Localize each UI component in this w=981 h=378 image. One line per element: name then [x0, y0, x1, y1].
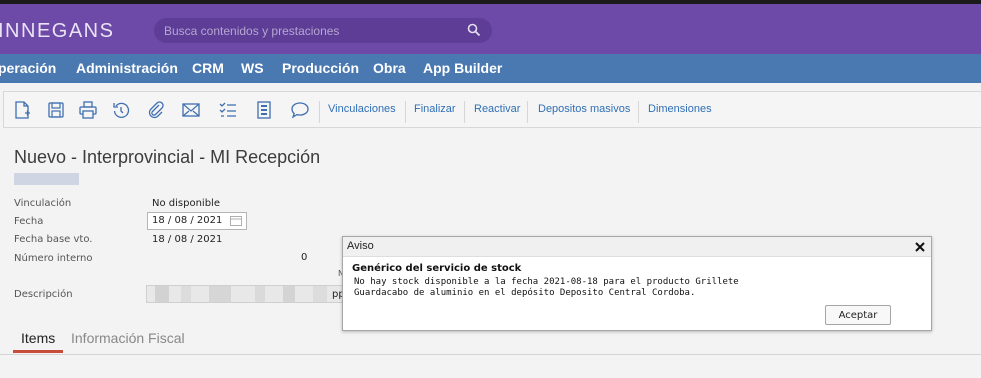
toolbar-separator: [464, 101, 465, 123]
finalizar-link[interactable]: Finalizar: [414, 103, 456, 115]
fecha-base-label: Fecha base vto.: [14, 234, 93, 245]
descripcion-label: Descripción: [14, 289, 73, 300]
numero-interno-value: 0: [301, 252, 308, 263]
vinculacion-label: Vinculación: [14, 198, 72, 209]
toolbar-separator: [638, 101, 639, 123]
menu-item-app-builder[interactable]: App Builder: [423, 60, 502, 76]
menu-item-ws[interactable]: WS: [241, 60, 264, 76]
report-icon[interactable]: [254, 100, 274, 120]
main-menu: peración Administración CRM WS Producció…: [0, 54, 981, 83]
toolbar-separator: [405, 101, 406, 123]
fecha-base-value: 18 / 08 / 2021: [152, 234, 223, 245]
redacted-block: [209, 286, 231, 302]
save-icon[interactable]: [46, 100, 66, 120]
redacted-subtitle: [14, 173, 79, 185]
app-header: INNEGANS: [0, 4, 981, 54]
redacted-block: [313, 286, 327, 302]
history-icon[interactable]: [111, 100, 131, 120]
checklist-icon[interactable]: [218, 100, 238, 120]
app-logo[interactable]: INNEGANS: [0, 20, 114, 43]
vinculacion-value: No disponible: [152, 198, 220, 209]
tab-informacion-fiscal[interactable]: Información Fiscal: [71, 330, 185, 346]
reactivar-link[interactable]: Reactivar: [474, 103, 520, 115]
depositos-masivos-link[interactable]: Depositos masivos: [538, 103, 630, 115]
vinculaciones-link[interactable]: Vinculaciones: [328, 103, 396, 115]
dialog-title: Aviso: [347, 240, 374, 252]
dialog-message: No hay stock disponible a la fecha 2021-…: [354, 277, 754, 299]
dialog-message-line: No hay stock disponible a la fecha 2021-…: [354, 277, 739, 287]
active-tab-indicator: [13, 350, 63, 353]
accept-button[interactable]: Aceptar: [825, 305, 891, 325]
menu-item-produccion[interactable]: Producción: [282, 60, 359, 76]
numero-interno-label: Número interno: [14, 253, 93, 264]
dialog-heading: Genérico del servicio de stock: [352, 263, 522, 274]
attach-icon[interactable]: [146, 100, 166, 120]
redacted-block: [283, 286, 295, 302]
dimensiones-link[interactable]: Dimensiones: [648, 103, 712, 115]
dialog-header: Aviso: [343, 237, 931, 257]
comment-icon[interactable]: [290, 100, 310, 120]
toolbar-separator: [527, 101, 528, 123]
toolbar: Vinculaciones Finalizar Reactivar Deposi…: [3, 91, 981, 128]
redacted-block: [181, 286, 191, 302]
redacted-block: [155, 286, 169, 302]
menu-item-obra[interactable]: Obra: [373, 60, 406, 76]
search-input[interactable]: [164, 22, 454, 39]
tab-items[interactable]: Items: [21, 330, 55, 346]
menu-item-crm[interactable]: CRM: [192, 60, 224, 76]
search-icon[interactable]: [467, 23, 481, 37]
new-document-icon[interactable]: [12, 100, 32, 120]
fecha-input[interactable]: 18 / 08 / 2021: [147, 212, 247, 230]
fecha-label: Fecha: [14, 216, 44, 227]
alert-dialog: Aviso Genérico del servicio de stock No …: [342, 236, 932, 331]
print-icon[interactable]: [78, 100, 98, 120]
fecha-value: 18 / 08 / 2021: [152, 215, 223, 226]
redacted-block: [255, 286, 265, 302]
page-title: Nuevo - Interprovincial - MI Recepción: [14, 147, 321, 167]
mail-icon[interactable]: [181, 100, 201, 120]
close-icon[interactable]: [914, 241, 926, 253]
descripcion-input[interactable]: [146, 285, 344, 303]
toolbar-separator: [319, 101, 320, 123]
menu-item-administracion[interactable]: Administración: [76, 60, 178, 76]
search-box[interactable]: [154, 18, 492, 43]
menu-item-operacion[interactable]: peración: [0, 60, 56, 76]
calendar-icon[interactable]: [230, 215, 242, 226]
dialog-message-line: Guardacabo de aluminio en el depósito De…: [354, 288, 696, 298]
